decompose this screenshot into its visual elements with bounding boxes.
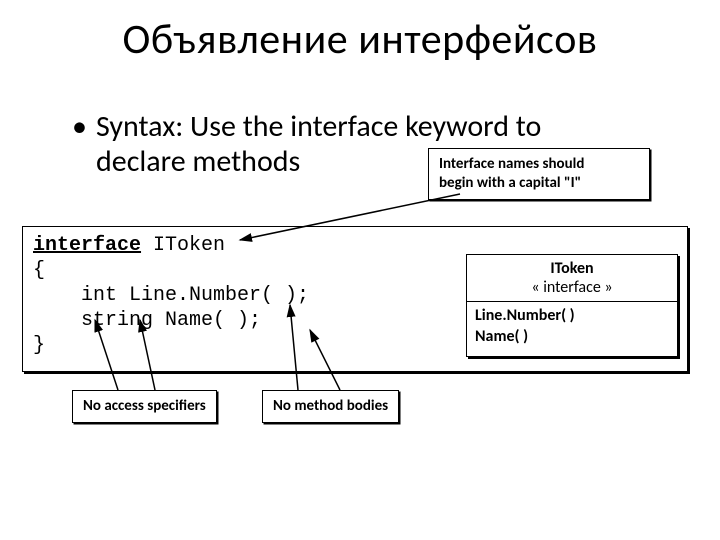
uml-op: Name( ) (475, 327, 669, 348)
callout-interface-names: Interface names should begin with a capi… (428, 148, 650, 200)
uml-op: Line.Number( ) (475, 306, 669, 327)
code-text: } (33, 334, 45, 357)
keyword-interface: interface (33, 234, 141, 257)
code-text: { (33, 259, 45, 282)
bullet-dot-icon: • (72, 110, 87, 145)
code-text: IToken (141, 234, 225, 257)
callout-no-bodies: No method bodies (262, 390, 399, 423)
code-text: string Name( ); (33, 309, 261, 332)
bullet-line-1: Syntax: Use the interface keyword to (96, 110, 656, 145)
uml-operations: Line.Number( ) Name( ) (467, 302, 677, 356)
uml-stereotype: « interface » (473, 278, 671, 297)
callout-line: begin with a capital "I" (439, 174, 639, 193)
slide-title: Объявление интерфейсов (0, 14, 720, 65)
code-text: int Line.Number( ); (33, 284, 309, 307)
callout-no-access: No access specifiers (72, 390, 217, 423)
code-block: interface IToken { int Line.Number( ); s… (33, 233, 309, 358)
uml-head: IToken « interface » (467, 255, 677, 302)
uml-name: IToken (473, 259, 671, 278)
uml-box: IToken « interface » Line.Number( ) Name… (466, 254, 678, 357)
slide: Объявление интерфейсов • Syntax: Use the… (0, 0, 720, 540)
callout-line: Interface names should (439, 155, 639, 174)
